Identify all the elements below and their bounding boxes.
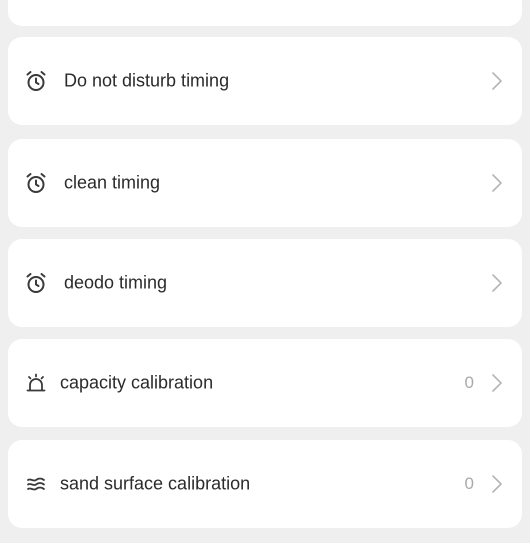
settings-item-label: clean timing (64, 172, 161, 193)
settings-item-label: capacity calibration (60, 372, 214, 393)
alarm-clock-icon (23, 170, 49, 196)
settings-list: Do not disturb timing clean timing deodo… (0, 0, 530, 543)
alarm-clock-icon (23, 68, 49, 94)
settings-item-value: 0 (464, 474, 474, 493)
chevron-right-icon (492, 475, 502, 493)
settings-item-label: sand surface calibration (60, 473, 251, 494)
alarm-clock-icon (23, 270, 49, 296)
settings-item-clean-timing[interactable]: clean timing (8, 139, 522, 227)
settings-item-capacity-calibration[interactable]: capacity calibration 0 (8, 339, 522, 427)
wave-lines-icon (23, 471, 49, 497)
settings-item-label: deodo timing (64, 272, 168, 293)
settings-item-deodo-timing[interactable]: deodo timing (8, 239, 522, 327)
chevron-right-icon (492, 174, 502, 192)
chevron-right-icon (492, 274, 502, 292)
settings-item-label: Do not disturb timing (64, 70, 230, 91)
tray-bell-icon (23, 370, 49, 396)
chevron-right-icon (492, 374, 502, 392)
settings-item-value: 0 (464, 373, 474, 392)
previous-settings-card (8, 0, 522, 26)
settings-item-do-not-disturb-timing[interactable]: Do not disturb timing (8, 37, 522, 125)
chevron-right-icon (492, 72, 502, 90)
settings-item-sand-surface-calibration[interactable]: sand surface calibration 0 (8, 440, 522, 528)
